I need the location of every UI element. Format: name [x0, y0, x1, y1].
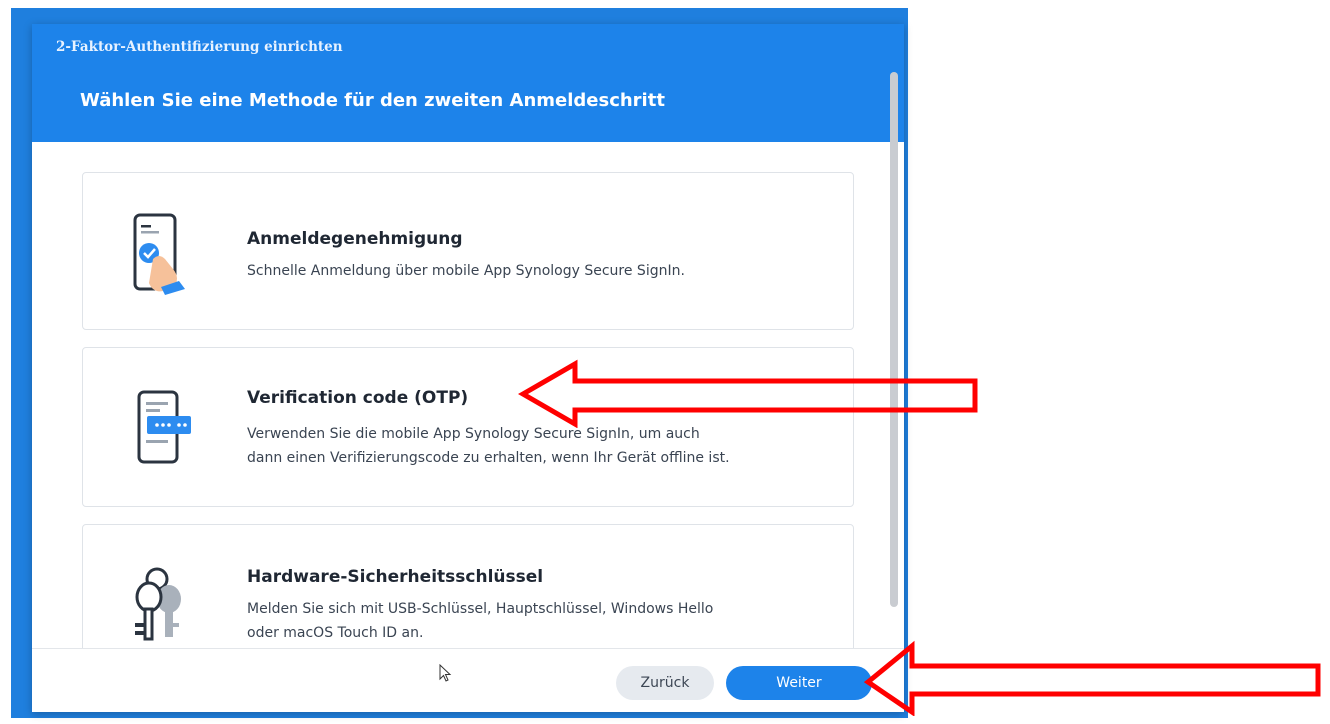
mouse-cursor-icon — [439, 663, 453, 688]
dialog-subtitle: 2-Faktor-Authentifizierung einrichten — [56, 39, 343, 55]
option-title: Anmeldegenehmigung — [247, 229, 463, 249]
back-button[interactable]: Zurück — [616, 666, 714, 700]
option-title: Hardware-Sicherheitsschlüssel — [247, 567, 544, 587]
option-description: Verwenden Sie die mobile App Synology Se… — [247, 422, 827, 470]
description-line: oder macOS Touch ID an. — [247, 625, 424, 641]
annotation-arrow-otp-icon — [517, 359, 978, 428]
option-description: Melden Sie sich mit USB-Schlüssel, Haupt… — [247, 597, 827, 645]
phone-approval-icon — [127, 211, 197, 305]
phone-otp-icon — [127, 388, 197, 472]
dialog-header: 2-Faktor-Authentifizierung einrichten Wä… — [32, 24, 904, 142]
dialog-title: Wählen Sie eine Methode für den zweiten … — [80, 90, 665, 111]
scrollbar-thumb[interactable] — [890, 72, 898, 607]
option-description: Schnelle Anmeldung über mobile App Synol… — [247, 263, 685, 279]
description-line: Melden Sie sich mit USB-Schlüssel, Haupt… — [247, 601, 714, 617]
description-line: dann einen Verifizierungscode zu erhalte… — [247, 450, 730, 466]
keys-icon — [127, 565, 197, 648]
next-button[interactable]: Weiter — [726, 666, 872, 700]
option-title: Verification code (OTP) — [247, 388, 469, 408]
option-card-approval[interactable]: Anmeldegenehmigung Schnelle Anmeldung üb… — [82, 172, 854, 330]
option-card-hardware-key[interactable]: Hardware-Sicherheitsschlüssel Melden Sie… — [82, 524, 854, 648]
dialog-footer: Zurück Weiter — [32, 648, 904, 712]
annotation-arrow-next-icon — [863, 640, 1321, 716]
